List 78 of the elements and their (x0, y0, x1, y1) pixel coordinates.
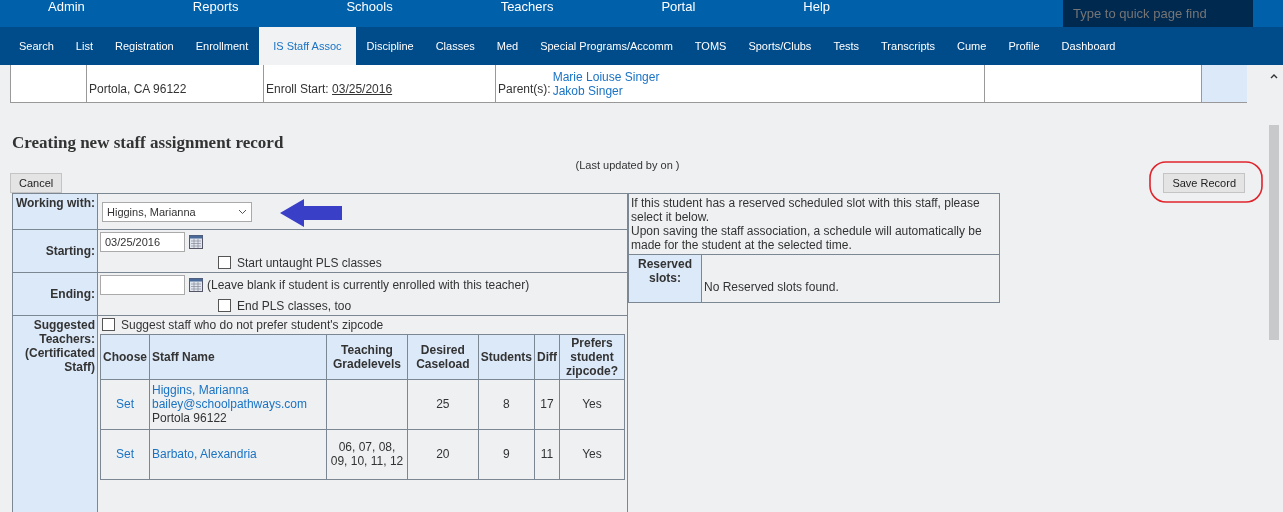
field-label: Suggested Teachers: (Certificated Staff) (12, 315, 98, 512)
address-text: Portola, CA 96122 (87, 65, 264, 103)
column-header: Teaching Gradelevels (326, 334, 408, 380)
calendar-icon[interactable] (189, 277, 203, 292)
parent-link[interactable]: Marie Loiuse Singer (552, 69, 660, 84)
menu-item[interactable]: Admin (48, 0, 85, 14)
column-header: Students (478, 334, 535, 380)
checkbox-label: End PLS classes, too (237, 298, 352, 313)
tab[interactable]: Sports/Clubs (737, 27, 823, 65)
column-header: Staff Name (149, 334, 327, 380)
tab[interactable]: Dashboard (1050, 27, 1127, 65)
checkbox-label: Start untaught PLS classes (237, 255, 382, 270)
tab[interactable]: Special Programs/Accomm (529, 27, 684, 65)
column-header: Choose (100, 334, 150, 380)
parent-link[interactable]: Jakob Singer (552, 83, 660, 98)
date-field[interactable] (100, 274, 185, 295)
menu-item[interactable]: Teachers (500, 0, 554, 14)
info-text: If this student has a reserved scheduled slot with this staff, please select it below. Upon saving the staff association, a schedule will automatically be made for the student at the selected time. (628, 193, 1000, 255)
location-text: Portola 96122 (152, 411, 228, 426)
date-field[interactable]: 03/25/2016 (100, 231, 185, 252)
table-cell: 25 (407, 379, 479, 430)
tab[interactable]: Discipline (355, 27, 425, 65)
menu-item[interactable]: Portal (661, 0, 696, 14)
tab[interactable]: Tests (822, 27, 871, 65)
tab[interactable]: Registration (104, 27, 185, 65)
field-label: Reserved slots: (628, 254, 702, 303)
tab[interactable]: Search (8, 27, 65, 65)
table-cell: 9 (478, 429, 535, 480)
calendar-icon[interactable] (189, 234, 203, 249)
scroll-thumb[interactable] (1269, 125, 1279, 340)
table-cell: 8 (478, 379, 535, 430)
tab[interactable]: Profile (997, 27, 1051, 65)
column-header: Desired Caseload (407, 334, 479, 380)
checkbox-label: Suggest staff who do not prefer student's zipcode (121, 317, 384, 332)
table-cell: 17 (534, 379, 560, 430)
checkbox[interactable] (218, 299, 231, 313)
tab[interactable]: TOMS (683, 27, 738, 65)
caret-icon (238, 209, 247, 215)
quick-find-field[interactable]: Type to quick page find (1063, 0, 1253, 27)
field-label: Parent(s): (498, 80, 551, 96)
staff-name-link[interactable]: Higgins, Marianna (152, 383, 324, 398)
page-heading: Creating new staff assignment record (12, 133, 285, 153)
enroll-date: 03/25/2016 (332, 81, 393, 96)
menu-item[interactable]: Schools (346, 0, 393, 14)
table-cell: 11 (534, 429, 560, 480)
table-cell: Yes (559, 429, 625, 480)
tab[interactable]: Cume (946, 27, 998, 65)
menu-item[interactable]: Reports (192, 0, 239, 14)
table-cell: Yes (559, 379, 625, 430)
tab[interactable]: IS Staff Assoc (259, 27, 356, 65)
last-updated-text: (Last updated by on ) (574, 159, 681, 171)
scroll-up-icon[interactable] (1270, 73, 1278, 79)
column-header: Diff (534, 334, 560, 380)
set-link[interactable]: Set (100, 429, 150, 480)
tab[interactable]: List (64, 27, 104, 65)
set-link[interactable]: Set (100, 379, 150, 430)
table-cell: 20 (407, 429, 479, 480)
tab[interactable]: Transcripts (870, 27, 947, 65)
field-label: Starting: (12, 229, 98, 273)
panel-strip (1202, 65, 1247, 103)
menu-item[interactable]: Help (803, 0, 831, 14)
save-button[interactable]: Save Record (1163, 173, 1245, 193)
arrow-annotation (280, 198, 342, 227)
table-cell: 06, 07, 08, 09, 10, 11, 12 (326, 429, 408, 480)
cancel-button[interactable]: Cancel (10, 173, 63, 193)
field-label: Working with: (12, 193, 98, 230)
field-label: Ending: (12, 272, 98, 316)
hint-text: (Leave blank if student is currently enrolled with this teacher) (207, 277, 530, 292)
staff-dropdown[interactable]: Higgins, Marianna (102, 202, 252, 222)
tab[interactable]: Classes (424, 27, 486, 65)
empty-message: No Reserved slots found. (701, 254, 1000, 303)
column-header: Prefers student zipcode? (559, 334, 625, 380)
checkbox[interactable] (218, 256, 231, 270)
checkbox[interactable] (102, 318, 115, 332)
tab[interactable]: Med (485, 27, 530, 65)
email-link[interactable]: bailey@schoolpathways.com (152, 397, 324, 412)
field-label: Enroll Start: (266, 81, 330, 96)
tab[interactable]: Enrollment (184, 27, 260, 65)
